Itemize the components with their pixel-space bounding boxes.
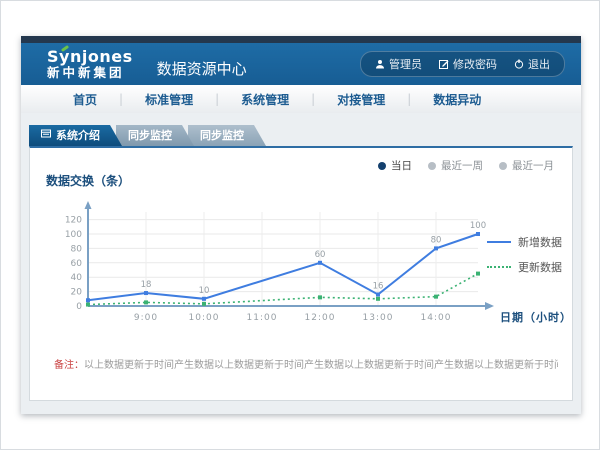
power-icon bbox=[514, 59, 524, 69]
filter-last-week[interactable]: 最近一周 bbox=[428, 158, 483, 173]
legend-updated-data-label: 更新数据 bbox=[518, 259, 562, 275]
radio-selected-icon bbox=[378, 162, 386, 170]
filter-last-month[interactable]: 最近一月 bbox=[499, 158, 554, 173]
nav-item-data-change[interactable]: 数据异动 bbox=[411, 91, 503, 108]
logout-button[interactable]: 退出 bbox=[514, 56, 550, 72]
chart-legend: 新增数据 更新数据 bbox=[487, 234, 562, 284]
svg-text:120: 120 bbox=[65, 216, 82, 226]
header: Synjones 新中新集团 数据资源中心 管理员 修改密码 bbox=[21, 43, 581, 85]
content-area: 系统介绍 同步监控 同步监控 当日 最近一周 bbox=[21, 113, 581, 414]
svg-text:80: 80 bbox=[431, 235, 442, 245]
note-prefix: 备注： bbox=[54, 360, 84, 371]
svg-text:0: 0 bbox=[76, 302, 82, 312]
admin-user-button[interactable]: 管理员 bbox=[375, 56, 422, 72]
note-text: 以上数据更新于时间产生数据以上数据更新于时间产生数据以上数据更新于时间产生数据以… bbox=[84, 360, 558, 371]
admin-label: 管理员 bbox=[389, 56, 422, 72]
monitor-icon bbox=[41, 125, 51, 146]
svg-text:20: 20 bbox=[71, 288, 83, 298]
legend-line-solid-icon bbox=[487, 241, 511, 243]
svg-text:10:00: 10:00 bbox=[189, 313, 220, 323]
user-icon bbox=[375, 59, 385, 69]
svg-text:100: 100 bbox=[470, 221, 486, 231]
svg-text:60: 60 bbox=[71, 259, 83, 269]
nav-item-home[interactable]: 首页 bbox=[51, 91, 119, 108]
app-window: Synjones 新中新集团 数据资源中心 管理员 修改密码 bbox=[21, 36, 581, 414]
svg-text:10: 10 bbox=[199, 286, 210, 296]
change-password-label: 修改密码 bbox=[453, 56, 497, 72]
tab-sync-monitor-2[interactable]: 同步监控 bbox=[188, 125, 266, 146]
filter-last-month-label: 最近一月 bbox=[512, 158, 554, 173]
brand-name: Synjones bbox=[47, 49, 133, 66]
chart-card: 当日 最近一周 最近一月 数据交换（条） 0 20 40 60 80 100 120 9:00… bbox=[29, 146, 573, 401]
legend-item-new-data: 新增数据 bbox=[487, 234, 562, 250]
logo: Synjones 新中新集团 bbox=[47, 49, 133, 79]
time-range-filters: 当日 最近一周 最近一月 bbox=[378, 158, 554, 173]
svg-text:日期（小时）: 日期（小时） bbox=[500, 310, 568, 324]
legend-item-updated-data: 更新数据 bbox=[487, 259, 562, 275]
svg-text:14:00: 14:00 bbox=[421, 313, 452, 323]
svg-text:60: 60 bbox=[315, 250, 326, 260]
svg-text:16: 16 bbox=[373, 281, 384, 291]
svg-text:13:00: 13:00 bbox=[363, 313, 394, 323]
nav-item-standards[interactable]: 标准管理 bbox=[123, 91, 215, 108]
logout-label: 退出 bbox=[528, 56, 550, 72]
footer-note: 备注：以上数据更新于时间产生数据以上数据更新于时间产生数据以上数据更新于时间产生… bbox=[54, 356, 558, 371]
filter-today-label: 当日 bbox=[391, 158, 412, 173]
tab-system-intro[interactable]: 系统介绍 bbox=[29, 125, 122, 146]
tab-bar: 系统介绍 同步监控 同步监控 bbox=[29, 125, 581, 146]
filter-last-week-label: 最近一周 bbox=[441, 158, 483, 173]
filter-today[interactable]: 当日 bbox=[378, 158, 412, 173]
svg-text:40: 40 bbox=[71, 273, 83, 283]
svg-text:11:00: 11:00 bbox=[247, 313, 278, 323]
nav-item-system[interactable]: 系统管理 bbox=[219, 91, 311, 108]
nav-item-interface[interactable]: 对接管理 bbox=[315, 91, 407, 108]
svg-text:18: 18 bbox=[141, 280, 152, 290]
edit-icon bbox=[439, 59, 449, 69]
svg-text:80: 80 bbox=[71, 244, 83, 254]
window-top-strip bbox=[21, 36, 581, 43]
radio-icon bbox=[428, 162, 436, 170]
legend-new-data-label: 新增数据 bbox=[518, 234, 562, 250]
radio-icon bbox=[499, 162, 507, 170]
page: Synjones 新中新集团 数据资源中心 管理员 修改密码 bbox=[0, 0, 600, 450]
page-title: 数据资源中心 bbox=[157, 50, 247, 79]
y-axis-title: 数据交换（条） bbox=[46, 172, 130, 189]
user-menu: 管理员 修改密码 退出 bbox=[360, 51, 565, 77]
change-password-button[interactable]: 修改密码 bbox=[439, 56, 497, 72]
svg-text:9:00: 9:00 bbox=[134, 313, 158, 323]
tab-label: 系统介绍 bbox=[56, 125, 100, 146]
company-name: 新中新集团 bbox=[47, 66, 133, 79]
svg-text:100: 100 bbox=[65, 230, 82, 240]
svg-text:12:00: 12:00 bbox=[305, 313, 336, 323]
tab-sync-monitor-1[interactable]: 同步监控 bbox=[116, 125, 194, 146]
legend-line-dotted-icon bbox=[487, 266, 511, 268]
main-nav: 首页 | 标准管理 | 系统管理 | 对接管理 | 数据异动 bbox=[21, 85, 581, 114]
